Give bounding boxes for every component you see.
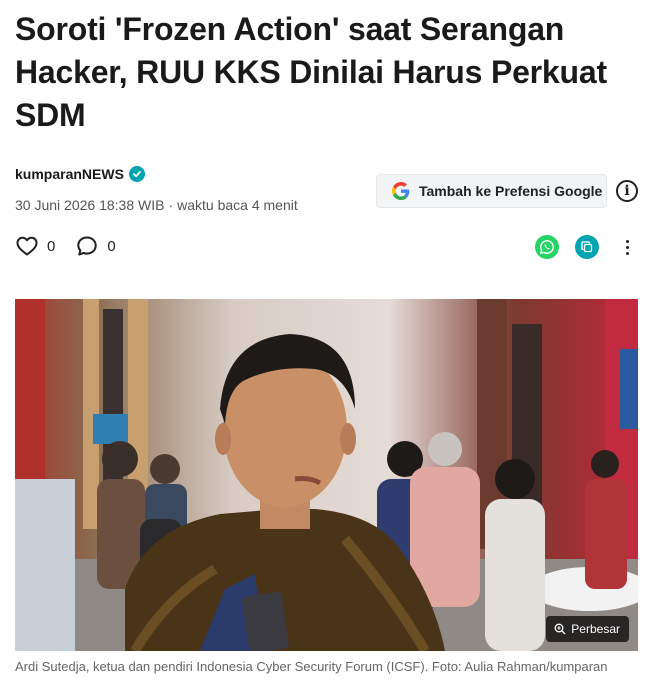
photo-illustration [15, 299, 638, 651]
article-title: Soroti 'Frozen Action' saat Serangan Hac… [15, 11, 607, 133]
google-g-icon [392, 182, 410, 200]
author-row: kumparanNEWS [15, 166, 145, 182]
more-vertical-icon[interactable] [620, 236, 634, 258]
add-google-preference-button[interactable]: Tambah ke Prefensi Google [376, 174, 607, 208]
comment-count: 0 [107, 237, 116, 255]
publish-date: 30 Juni 2026 18:38 WIB [15, 197, 165, 213]
zoom-label: Perbesar [571, 622, 620, 636]
zoom-in-icon [554, 623, 566, 635]
author-name[interactable]: kumparanNEWS [15, 166, 124, 182]
verified-badge-icon [128, 166, 145, 182]
reaction-bar: 0 0 [15, 234, 136, 258]
comment-button[interactable]: 0 [75, 234, 116, 258]
whatsapp-icon [539, 240, 554, 255]
like-count: 0 [47, 237, 56, 255]
info-icon[interactable]: i [616, 180, 638, 202]
like-button[interactable]: 0 [15, 234, 55, 258]
add-google-preference-label: Tambah ke Prefensi Google [419, 183, 603, 199]
article-meta: 30 Juni 2026 18:38 WIB · waktu baca 4 meni… [15, 197, 298, 213]
heart-icon [16, 236, 38, 256]
article-photo[interactable]: Perbesar [15, 299, 638, 651]
copy-link-button[interactable] [575, 235, 599, 259]
photo-caption: Ardi Sutedja, ketua dan pendiri Indonesi… [15, 659, 608, 674]
copy-link-icon [581, 241, 593, 253]
read-time: waktu baca 4 menit [177, 197, 298, 213]
comment-icon [77, 236, 98, 256]
zoom-button[interactable]: Perbesar [546, 616, 629, 642]
meta-separator: · [168, 197, 174, 213]
share-whatsapp-button[interactable] [535, 235, 559, 259]
